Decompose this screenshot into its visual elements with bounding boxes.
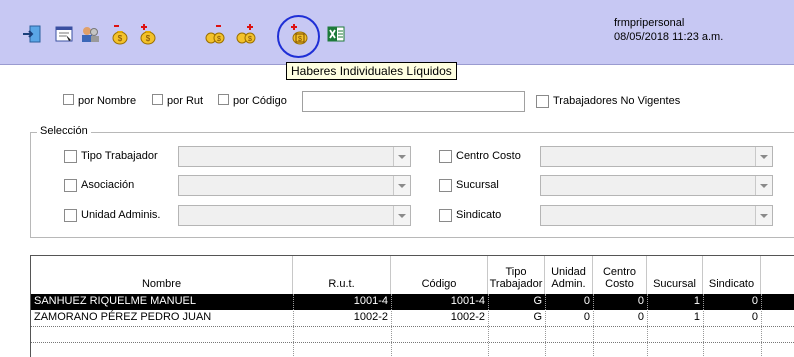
col-divider bbox=[488, 294, 489, 357]
no-vigentes-label: Trabajadores No Vigentes bbox=[553, 95, 681, 107]
col-header-centro[interactable]: Centro Costo bbox=[593, 256, 647, 294]
cell-nombre: ZAMORANO PÉREZ PEDRO JUAN bbox=[34, 311, 212, 323]
col-header-sindicato[interactable]: Sindicato bbox=[703, 256, 761, 294]
table-row[interactable]: SANHUEZ RIQUELME MANUEL 1001-4 1001-4 G … bbox=[31, 294, 794, 310]
svg-text:$: $ bbox=[248, 36, 252, 43]
money-bags-minus-icon: $ bbox=[205, 25, 225, 44]
cell-codigo: 1001-4 bbox=[450, 295, 485, 307]
cell-sucursal: 1 bbox=[693, 295, 700, 307]
toolbar: $ $ $ $ $ frmpripersonal 08/05/2018 11:2… bbox=[0, 0, 794, 65]
user-info: frmpripersonal 08/05/2018 11:23 a.m. bbox=[614, 16, 723, 44]
unidad-adminis-checkbox[interactable] bbox=[64, 209, 77, 222]
asociacion-select[interactable] bbox=[178, 175, 411, 196]
svg-text:$: $ bbox=[146, 34, 151, 43]
col-header-rut[interactable]: R.u.t. bbox=[293, 256, 391, 294]
user-name: frmpripersonal bbox=[614, 17, 685, 29]
por-codigo-checkbox[interactable] bbox=[218, 94, 229, 105]
cell-codigo: 1002-2 bbox=[450, 311, 485, 323]
cell-centro: 0 bbox=[637, 295, 644, 307]
money-bag-plus-icon: $ bbox=[140, 24, 156, 45]
money-bags-plus-button[interactable]: $ bbox=[234, 22, 258, 46]
col-header-nombre[interactable]: Nombre bbox=[31, 256, 293, 294]
excel-export-button[interactable] bbox=[324, 22, 348, 46]
chevron-down-icon[interactable] bbox=[393, 147, 410, 166]
unidad-adminis-select[interactable] bbox=[178, 205, 411, 226]
chevron-down-icon[interactable] bbox=[755, 206, 772, 225]
money-bag-minus-icon: $ bbox=[112, 25, 128, 45]
col-header-unidad[interactable]: Unidad Admin. bbox=[545, 256, 593, 294]
cell-rut: 1001-4 bbox=[353, 295, 388, 307]
tipo-trabajador-select[interactable] bbox=[178, 146, 411, 167]
cell-centro: 0 bbox=[637, 311, 644, 323]
no-vigentes-checkbox[interactable] bbox=[536, 95, 549, 108]
col-divider bbox=[703, 294, 704, 357]
col-header-sucursal[interactable]: Sucursal bbox=[647, 256, 703, 294]
users-button[interactable] bbox=[78, 22, 102, 46]
por-rut-label: por Rut bbox=[167, 95, 204, 107]
por-rut-checkbox[interactable] bbox=[152, 94, 163, 105]
money-bags-plus-icon: $ bbox=[236, 24, 256, 44]
datetime: 08/05/2018 11:23 a.m. bbox=[614, 31, 724, 43]
sucursal-checkbox[interactable] bbox=[439, 179, 452, 192]
row-divider bbox=[31, 342, 794, 343]
col-divider bbox=[391, 294, 392, 357]
tipo-trabajador-checkbox[interactable] bbox=[64, 150, 77, 163]
cell-tipo: G bbox=[533, 311, 542, 323]
centro-costo-checkbox[interactable] bbox=[439, 150, 452, 163]
exit-icon bbox=[23, 25, 41, 43]
report-view-button[interactable] bbox=[52, 22, 76, 46]
report-view-icon bbox=[55, 26, 73, 42]
col-header-codigo[interactable]: Código bbox=[391, 256, 488, 294]
svg-text:$: $ bbox=[217, 36, 221, 43]
svg-text:$: $ bbox=[118, 34, 123, 43]
sucursal-select[interactable] bbox=[540, 175, 773, 196]
col-divider bbox=[545, 294, 546, 357]
cell-sindicato: 0 bbox=[751, 311, 758, 323]
tipo-trabajador-label: Tipo Trabajador bbox=[81, 150, 158, 162]
highlight-circle bbox=[277, 15, 320, 58]
col-divider bbox=[647, 294, 648, 357]
cell-tipo: G bbox=[533, 295, 542, 307]
centro-costo-select[interactable] bbox=[540, 146, 773, 167]
cell-unidad: 0 bbox=[583, 311, 590, 323]
col-header-tipo[interactable]: Tipo Trabajador bbox=[488, 256, 545, 294]
money-bag-minus-button[interactable]: $ bbox=[108, 22, 132, 46]
col-divider bbox=[593, 294, 594, 357]
tooltip: Haberes Individuales Líquidos bbox=[286, 62, 457, 80]
por-nombre-checkbox[interactable] bbox=[63, 94, 74, 105]
col-divider bbox=[761, 294, 762, 357]
table-row[interactable]: ZAMORANO PÉREZ PEDRO JUAN 1002-2 1002-2 … bbox=[31, 310, 794, 326]
money-bags-minus-button[interactable]: $ bbox=[203, 22, 227, 46]
cell-sucursal: 1 bbox=[693, 311, 700, 323]
cell-rut: 1002-2 bbox=[353, 311, 388, 323]
sucursal-label: Sucursal bbox=[456, 179, 499, 191]
users-icon bbox=[82, 27, 99, 42]
seleccion-title: Selección bbox=[37, 125, 91, 137]
centro-costo-label: Centro Costo bbox=[456, 150, 521, 162]
exit-button[interactable] bbox=[20, 22, 44, 46]
chevron-down-icon[interactable] bbox=[393, 206, 410, 225]
workers-grid[interactable]: Nombre R.u.t. Código Tipo Trabajador Uni… bbox=[30, 255, 794, 357]
unidad-adminis-label: Unidad Adminis. bbox=[81, 209, 161, 221]
chevron-down-icon[interactable] bbox=[755, 147, 772, 166]
sindicato-select[interactable] bbox=[540, 205, 773, 226]
row-divider bbox=[31, 326, 794, 327]
asociacion-checkbox[interactable] bbox=[64, 179, 77, 192]
asociacion-label: Asociación bbox=[81, 179, 135, 191]
search-input[interactable] bbox=[302, 91, 525, 112]
money-bag-plus-button[interactable]: $ bbox=[136, 22, 160, 46]
chevron-down-icon[interactable] bbox=[755, 176, 772, 195]
sindicato-checkbox[interactable] bbox=[439, 209, 452, 222]
cell-unidad: 0 bbox=[583, 295, 590, 307]
por-nombre-label: por Nombre bbox=[78, 95, 137, 107]
col-divider bbox=[293, 294, 294, 357]
sindicato-label: Sindicato bbox=[456, 209, 502, 221]
cell-sindicato: 0 bbox=[751, 295, 758, 307]
por-codigo-label: por Código bbox=[233, 95, 287, 107]
chevron-down-icon[interactable] bbox=[393, 176, 410, 195]
cell-nombre: SANHUEZ RIQUELME MANUEL bbox=[34, 295, 196, 307]
excel-icon bbox=[327, 26, 345, 42]
